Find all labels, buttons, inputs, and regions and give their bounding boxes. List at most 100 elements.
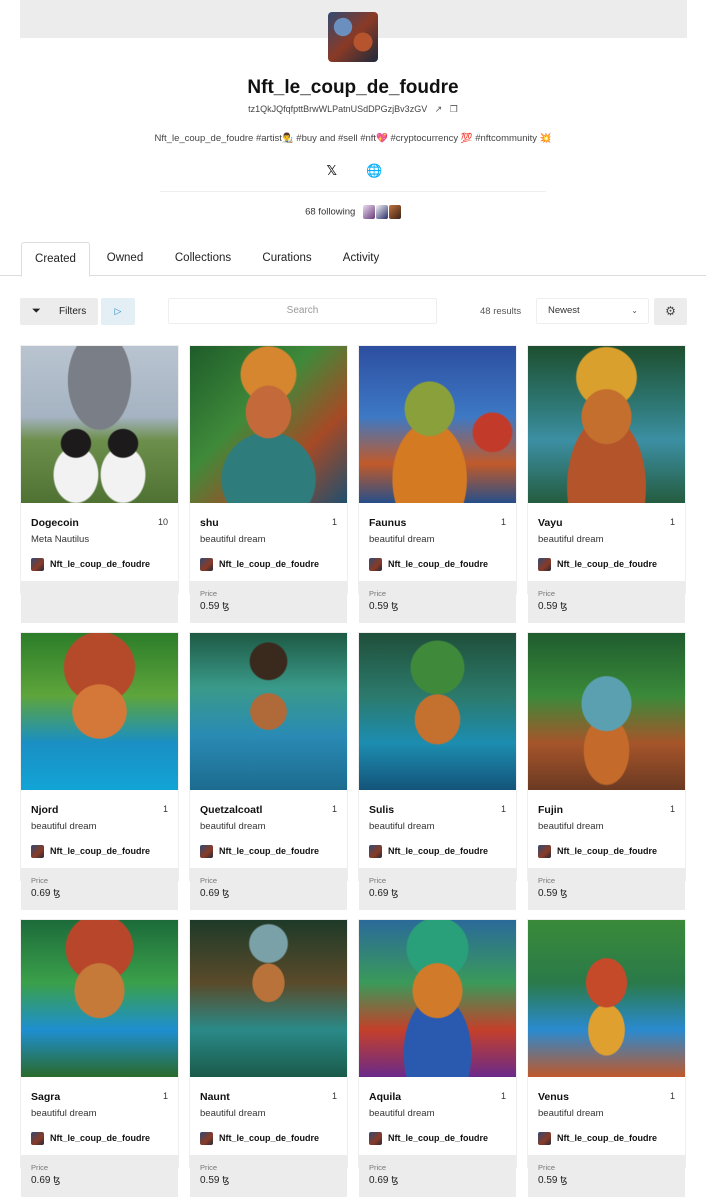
- nft-artwork[interactable]: [190, 346, 347, 503]
- view-settings-button[interactable]: ⚙: [654, 298, 687, 325]
- tab-curations[interactable]: Curations: [253, 242, 321, 276]
- nft-title[interactable]: shu: [200, 517, 219, 529]
- nft-title[interactable]: Quetzalcoatl: [200, 804, 262, 816]
- play-button[interactable]: ▷: [101, 298, 135, 325]
- nft-card[interactable]: Aquila 1 beautiful dream Nft_le_coup_de_…: [358, 919, 517, 1197]
- nft-card[interactable]: Sulis 1 beautiful dream Nft_le_coup_de_f…: [358, 632, 517, 910]
- nft-card[interactable]: Sagra 1 beautiful dream Nft_le_coup_de_f…: [20, 919, 179, 1197]
- nft-collection[interactable]: beautiful dream: [538, 821, 603, 832]
- nft-artwork[interactable]: [359, 346, 516, 503]
- nft-card[interactable]: shu 1 beautiful dream Nft_le_coup_de_fou…: [189, 345, 348, 623]
- nft-title[interactable]: Dogecoin: [31, 517, 79, 529]
- nft-edition-count: 1: [669, 804, 675, 814]
- nft-collection[interactable]: beautiful dream: [200, 534, 265, 545]
- nft-card[interactable]: Dogecoin 10 Meta Nautilus Nft_le_coup_de…: [20, 345, 179, 623]
- nft-card[interactable]: Venus 1 beautiful dream Nft_le_coup_de_f…: [527, 919, 686, 1197]
- price-label: Price: [31, 876, 49, 885]
- tab-owned[interactable]: Owned: [97, 242, 153, 276]
- following-count[interactable]: 68 following: [305, 207, 355, 218]
- search-input[interactable]: Search: [168, 298, 437, 324]
- following-row[interactable]: 68 following: [0, 205, 706, 219]
- nft-title[interactable]: Aquila: [369, 1091, 401, 1103]
- following-avatar[interactable]: [362, 205, 375, 219]
- nft-card[interactable]: Njord 1 beautiful dream Nft_le_coup_de_f…: [20, 632, 179, 910]
- nft-creator[interactable]: Nft_le_coup_de_foudre: [200, 1132, 319, 1145]
- nft-artwork[interactable]: [359, 920, 516, 1077]
- nft-collection[interactable]: beautiful dream: [369, 821, 434, 832]
- price-value: 0.69 ꜩ: [31, 888, 61, 899]
- globe-icon[interactable]: 🌐: [365, 162, 383, 180]
- nft-title[interactable]: Vayu: [538, 517, 563, 529]
- nft-card[interactable]: Fujin 1 beautiful dream Nft_le_coup_de_f…: [527, 632, 686, 910]
- nft-artwork[interactable]: [190, 920, 347, 1077]
- price-box: Price 0.59 ꜩ: [528, 868, 685, 910]
- nft-card[interactable]: Vayu 1 beautiful dream Nft_le_coup_de_fo…: [527, 345, 686, 623]
- profile-bio: Nft_le_coup_de_foudre #artist👨‍🎨 #buy an…: [154, 133, 552, 144]
- nft-creator[interactable]: Nft_le_coup_de_foudre: [31, 558, 150, 571]
- nft-artwork[interactable]: [359, 633, 516, 790]
- nft-card[interactable]: Naunt 1 beautiful dream Nft_le_coup_de_f…: [189, 919, 348, 1197]
- nft-creator[interactable]: Nft_le_coup_de_foudre: [31, 845, 150, 858]
- nft-collection[interactable]: beautiful dream: [200, 821, 265, 832]
- price-box: [21, 581, 178, 623]
- nft-artwork[interactable]: [190, 633, 347, 790]
- nft-title[interactable]: Sagra: [31, 1091, 60, 1103]
- nft-creator[interactable]: Nft_le_coup_de_foudre: [31, 1132, 150, 1145]
- nft-artwork[interactable]: [528, 633, 685, 790]
- nft-creator[interactable]: Nft_le_coup_de_foudre: [200, 558, 319, 571]
- nft-creator[interactable]: Nft_le_coup_de_foudre: [369, 558, 488, 571]
- nft-title[interactable]: Sulis: [369, 804, 394, 816]
- external-link-icon[interactable]: ↗: [435, 104, 443, 115]
- filters-button[interactable]: ⏷ Filters: [20, 298, 98, 325]
- nft-card[interactable]: Faunus 1 beautiful dream Nft_le_coup_de_…: [358, 345, 517, 623]
- creator-name: Nft_le_coup_de_foudre: [557, 1132, 658, 1143]
- nft-creator[interactable]: Nft_le_coup_de_foudre: [369, 1132, 488, 1145]
- nft-collection[interactable]: beautiful dream: [200, 1108, 265, 1119]
- nft-card[interactable]: Quetzalcoatl 1 beautiful dream Nft_le_co…: [189, 632, 348, 910]
- price-label: Price: [200, 589, 218, 598]
- profile-avatar[interactable]: [328, 12, 378, 62]
- tab-created[interactable]: Created: [21, 242, 90, 277]
- nft-title[interactable]: Naunt: [200, 1091, 230, 1103]
- nft-artwork[interactable]: [528, 920, 685, 1077]
- nft-collection[interactable]: beautiful dream: [538, 1108, 603, 1119]
- following-avatar[interactable]: [388, 205, 401, 219]
- profile-tabs: Created Owned Collections Curations Acti…: [0, 242, 706, 277]
- nft-edition-count: 1: [162, 804, 168, 814]
- creator-avatar: [200, 558, 213, 571]
- nft-artwork[interactable]: [21, 920, 178, 1077]
- nft-title[interactable]: Faunus: [369, 517, 406, 529]
- nft-creator[interactable]: Nft_le_coup_de_foudre: [200, 845, 319, 858]
- nft-title[interactable]: Njord: [31, 804, 58, 816]
- price-label: Price: [200, 876, 218, 885]
- chevron-down-icon: ⌄: [631, 306, 638, 315]
- price-value: 0.69 ꜩ: [369, 888, 399, 899]
- x-twitter-icon[interactable]: 𝕏: [323, 162, 341, 180]
- nft-collection[interactable]: beautiful dream: [369, 1108, 434, 1119]
- creator-avatar: [369, 558, 382, 571]
- nft-creator[interactable]: Nft_le_coup_de_foudre: [538, 845, 657, 858]
- nft-collection[interactable]: beautiful dream: [31, 821, 96, 832]
- copy-icon[interactable]: ❐: [450, 104, 458, 115]
- nft-artwork[interactable]: [528, 346, 685, 503]
- nft-creator[interactable]: Nft_le_coup_de_foudre: [538, 558, 657, 571]
- nft-creator[interactable]: Nft_le_coup_de_foudre: [538, 1132, 657, 1145]
- nft-collection[interactable]: beautiful dream: [369, 534, 434, 545]
- price-box: Price 0.59 ꜩ: [528, 1155, 685, 1197]
- nft-collection[interactable]: beautiful dream: [538, 534, 603, 545]
- sort-select[interactable]: Newest ⌄: [536, 298, 649, 324]
- nft-title[interactable]: Fujin: [538, 804, 563, 816]
- price-value: 0.69 ꜩ: [369, 1175, 399, 1186]
- nft-artwork[interactable]: [21, 633, 178, 790]
- creator-avatar: [538, 558, 551, 571]
- following-avatar[interactable]: [375, 205, 388, 219]
- creator-name: Nft_le_coup_de_foudre: [50, 1132, 151, 1143]
- tab-collections[interactable]: Collections: [166, 242, 240, 276]
- nft-artwork[interactable]: [21, 346, 178, 503]
- nft-title[interactable]: Venus: [538, 1091, 569, 1103]
- tab-activity[interactable]: Activity: [333, 242, 389, 276]
- nft-creator[interactable]: Nft_le_coup_de_foudre: [369, 845, 488, 858]
- creator-name: Nft_le_coup_de_foudre: [219, 1132, 320, 1143]
- nft-collection[interactable]: Meta Nautilus: [31, 534, 89, 545]
- nft-collection[interactable]: beautiful dream: [31, 1108, 96, 1119]
